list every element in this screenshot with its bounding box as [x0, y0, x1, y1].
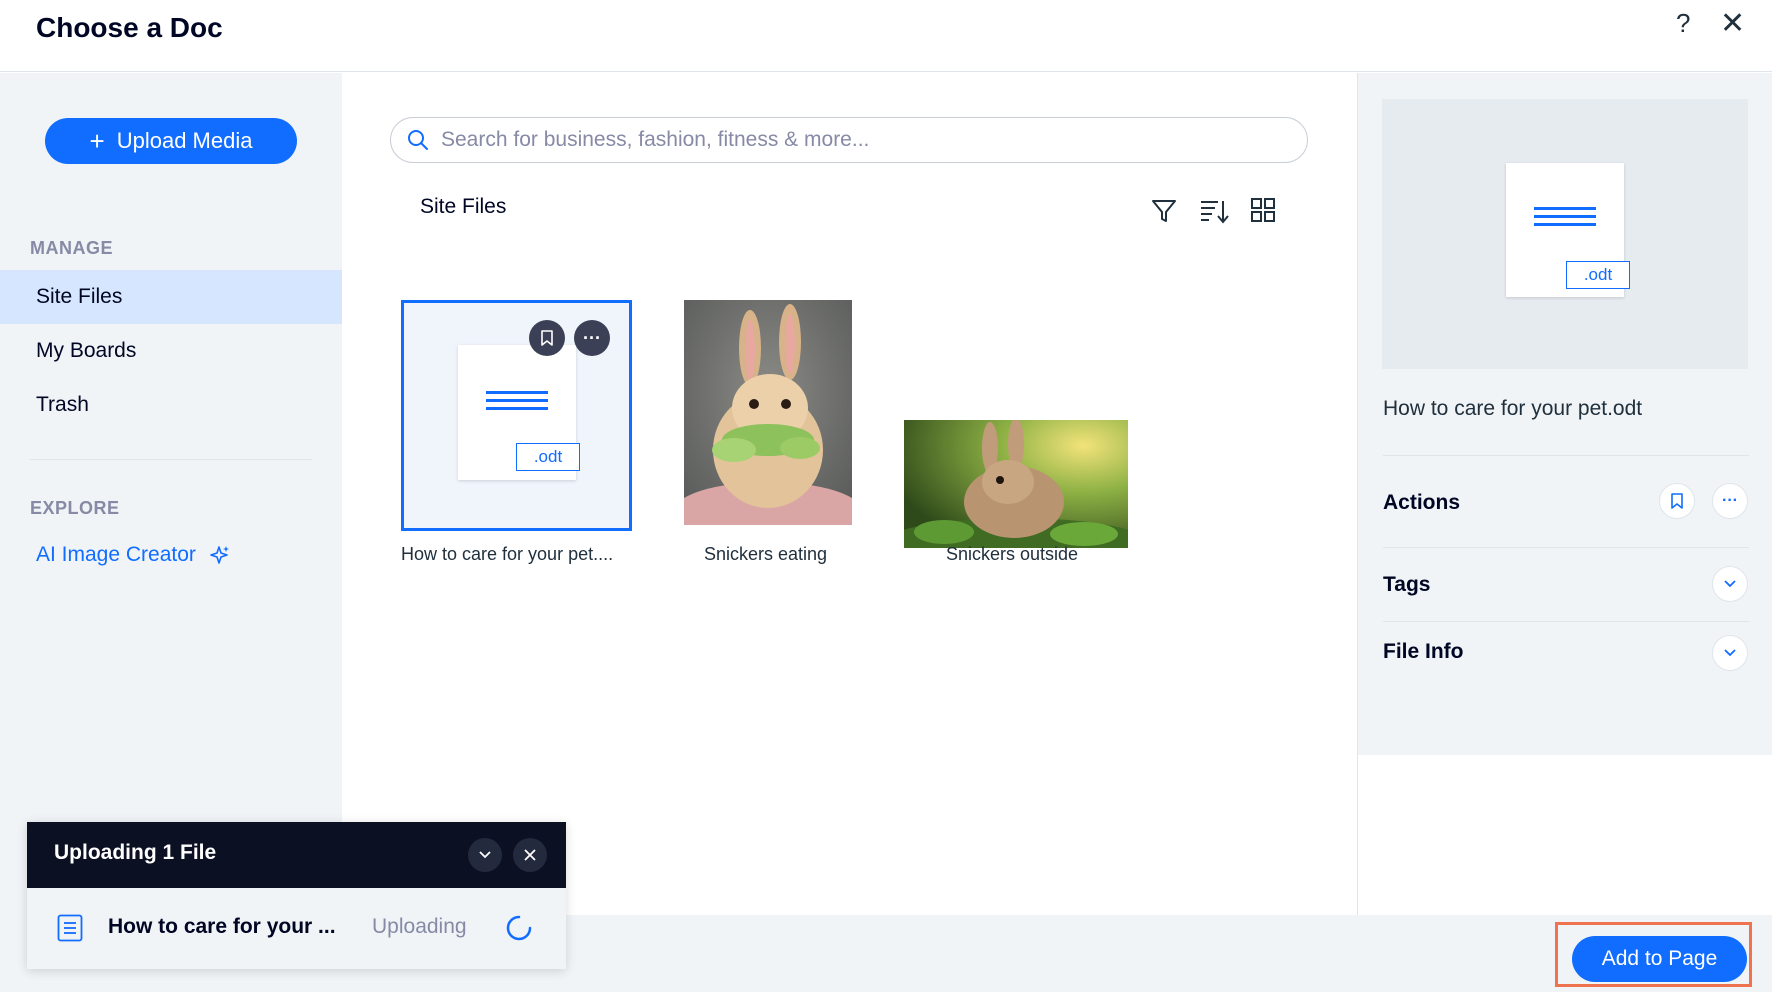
close-upload-button[interactable]	[513, 838, 547, 872]
bookmark-icon	[1671, 493, 1683, 509]
ai-image-creator-link[interactable]: AI Image Creator	[36, 543, 230, 567]
help-icon[interactable]: ?	[1676, 8, 1690, 39]
breadcrumb: Site Files	[420, 195, 507, 218]
document-icon: .odt	[1506, 163, 1630, 297]
bookmark-button[interactable]	[529, 320, 565, 356]
sparkle-icon	[210, 546, 229, 564]
snickers-eating-image	[684, 300, 852, 525]
more-actions-button[interactable]: ···	[1712, 483, 1748, 519]
uploading-file-name: How to care for your ...	[108, 915, 336, 938]
search-input[interactable]	[441, 128, 1281, 152]
upload-status: Uploading	[372, 915, 467, 938]
plus-icon: +	[89, 126, 105, 156]
upload-media-button[interactable]: + Upload Media	[45, 118, 297, 164]
add-to-page-button[interactable]: Add to Page	[1572, 936, 1747, 982]
sidebar-divider	[30, 459, 312, 460]
sidebar-item-site-files[interactable]: Site Files	[0, 270, 342, 324]
file-card-label: How to care for your pet....	[401, 544, 614, 564]
tags-expand-button[interactable]	[1712, 566, 1748, 602]
grid-view-icon[interactable]	[1250, 197, 1276, 223]
upload-panel-title: Uploading 1 File	[54, 841, 217, 864]
search-icon	[408, 130, 428, 150]
loading-spinner-icon	[506, 915, 532, 941]
collapse-button[interactable]	[468, 838, 502, 872]
chevron-down-icon	[1724, 580, 1736, 588]
file-card-label: Snickers outside	[946, 544, 1079, 564]
sidebar-item-trash[interactable]: Trash	[0, 378, 342, 432]
more-icon: ···	[583, 327, 601, 348]
upload-file-row: How to care for your ... Uploading	[27, 888, 566, 969]
file-info-heading: File Info	[1383, 640, 1464, 663]
actions-heading: Actions	[1383, 491, 1461, 514]
file-info-expand-button[interactable]	[1712, 635, 1748, 671]
doc-thumbnail[interactable]: .odt ···	[401, 300, 632, 531]
file-details-panel: .odt How to care for your pet.odt Action…	[1357, 73, 1772, 915]
close-icon	[524, 849, 536, 861]
upload-panel-header: Uploading 1 File	[27, 822, 566, 888]
ai-image-creator-label: AI Image Creator	[36, 543, 196, 566]
selected-file-name: How to care for your pet.odt	[1383, 397, 1643, 420]
media-main-area: Site Files .odt ···	[342, 73, 1357, 915]
snickers-outside-image	[904, 420, 1128, 548]
document-icon: .odt	[458, 345, 580, 480]
dialog-header: Choose a Doc ? ✕	[0, 0, 1772, 72]
document-icon	[57, 914, 83, 942]
upload-progress-panel: Uploading 1 File How to care for your ..…	[27, 822, 566, 969]
bookmark-button[interactable]	[1659, 483, 1695, 519]
search-bar[interactable]	[390, 117, 1308, 163]
sidebar-item-my-boards[interactable]: My Boards	[0, 324, 342, 378]
explore-section-label: EXPLORE	[30, 498, 120, 518]
file-preview: .odt	[1382, 99, 1748, 369]
bookmark-icon	[541, 330, 553, 346]
manage-section-label: MANAGE	[30, 238, 113, 258]
upload-media-label: Upload Media	[116, 128, 253, 153]
filter-icon[interactable]	[1150, 197, 1178, 225]
chevron-down-icon	[1724, 649, 1736, 657]
more-options-button[interactable]: ···	[574, 320, 610, 356]
close-icon[interactable]: ✕	[1720, 6, 1745, 41]
tags-heading: Tags	[1383, 573, 1431, 596]
chevron-down-icon	[479, 851, 491, 859]
more-icon: ···	[1722, 492, 1738, 509]
doc-extension-badge: .odt	[516, 443, 580, 471]
file-card-label: Snickers eating	[704, 544, 828, 564]
dialog-title: Choose a Doc	[36, 12, 223, 43]
sort-icon[interactable]	[1198, 197, 1230, 225]
doc-extension-badge: .odt	[1566, 261, 1630, 289]
